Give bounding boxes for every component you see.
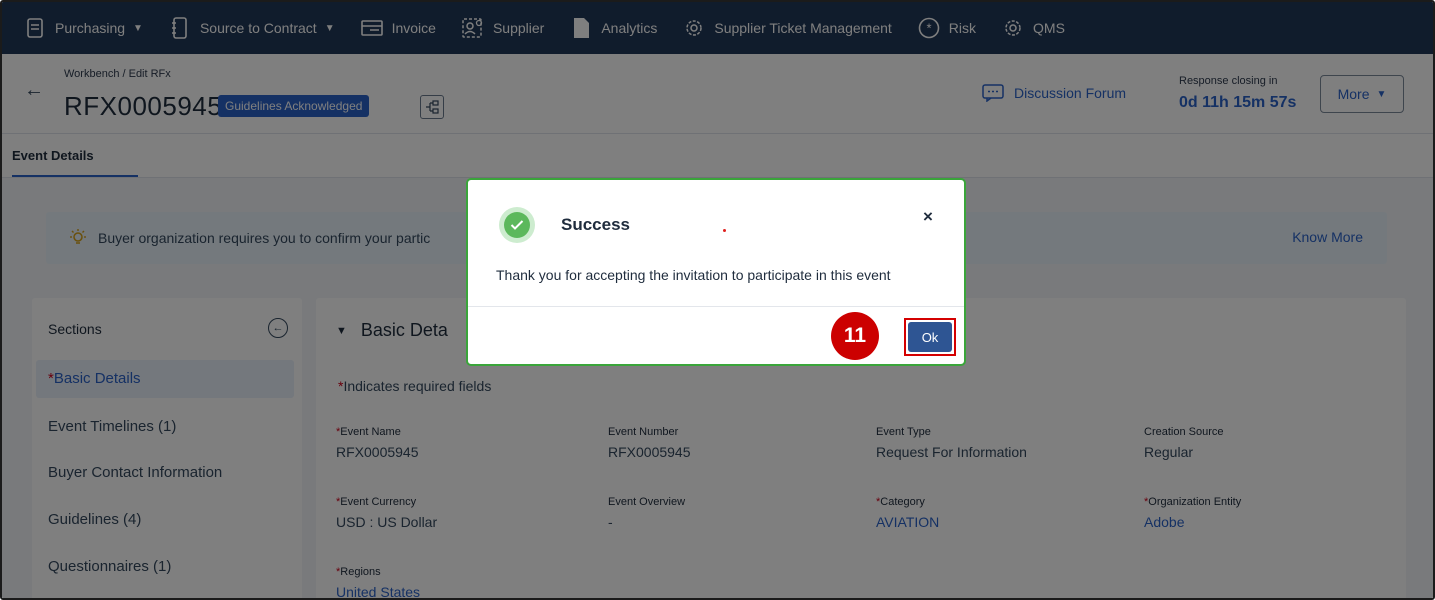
ok-button[interactable]: Ok — [908, 322, 952, 352]
success-check-icon — [499, 207, 535, 243]
success-dialog: Success × Thank you for accepting the in… — [466, 178, 966, 366]
close-icon[interactable]: × — [923, 207, 933, 227]
ok-button-highlight: Ok — [904, 318, 956, 356]
dialog-message: Thank you for accepting the invitation t… — [496, 267, 891, 283]
dialog-divider — [468, 306, 964, 307]
dialog-title: Success — [561, 215, 630, 234]
app-window: Purchasing ▼ Source to Contract ▼ Invoic… — [0, 0, 1435, 600]
step-number-badge: 11 — [831, 312, 879, 360]
cursor-dot — [723, 229, 726, 232]
